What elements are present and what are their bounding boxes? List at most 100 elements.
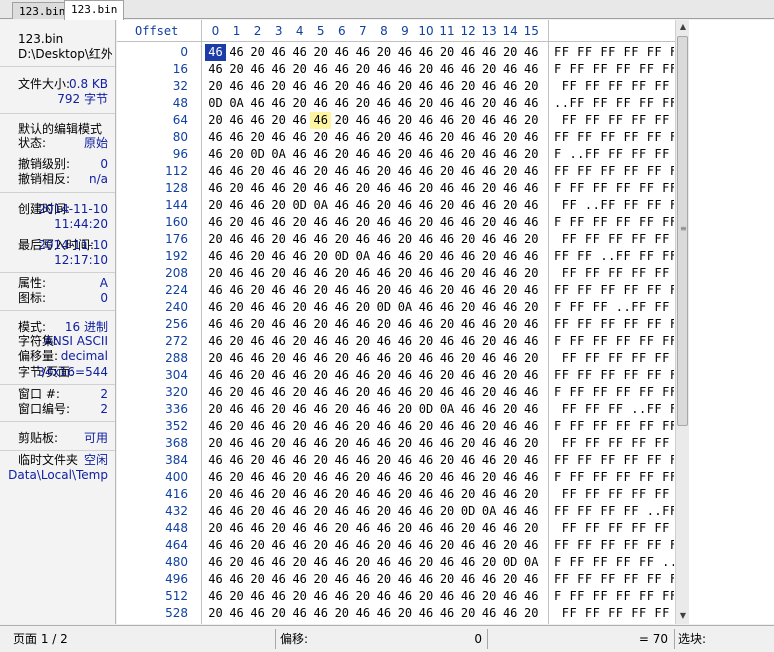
hex-byte[interactable]: 46 (268, 61, 289, 78)
hex-byte[interactable]: 46 (416, 571, 437, 588)
hex-byte[interactable]: 20 (373, 316, 394, 333)
hex-byte[interactable]: 46 (268, 588, 289, 605)
hex-byte[interactable]: 20 (268, 78, 289, 95)
hex-byte[interactable]: 0A (268, 146, 289, 163)
hex-byte[interactable]: 20 (310, 163, 331, 180)
hex-byte[interactable]: 46 (268, 333, 289, 350)
hex-byte[interactable]: 46 (373, 146, 394, 163)
hex-byte[interactable]: 20 (479, 61, 500, 78)
hex-byte[interactable]: 46 (479, 112, 500, 129)
hex-byte[interactable]: 46 (289, 316, 310, 333)
hex-byte[interactable]: 46 (416, 520, 437, 537)
hex-byte[interactable]: 46 (289, 503, 310, 520)
hex-byte[interactable]: 46 (521, 469, 542, 486)
hex-byte[interactable]: 46 (521, 452, 542, 469)
hex-byte[interactable]: 46 (394, 163, 415, 180)
hex-byte[interactable]: 46 (289, 537, 310, 554)
hex-byte[interactable]: 46 (521, 316, 542, 333)
hex-byte[interactable]: 46 (226, 163, 247, 180)
hex-byte[interactable]: 46 (247, 95, 268, 112)
ascii-text[interactable]: F FF FF FF FF FF (554, 333, 674, 350)
hex-byte[interactable]: 20 (310, 367, 331, 384)
hex-byte[interactable]: 46 (226, 112, 247, 129)
hex-byte[interactable]: 46 (352, 401, 373, 418)
hex-byte[interactable]: 46 (458, 95, 479, 112)
hex-byte[interactable]: 20 (458, 78, 479, 95)
hex-byte[interactable]: 20 (394, 112, 415, 129)
hex-byte[interactable]: 46 (226, 282, 247, 299)
hex-byte[interactable]: 46 (352, 537, 373, 554)
hex-byte[interactable]: 46 (458, 571, 479, 588)
hex-byte[interactable]: 20 (521, 146, 542, 163)
hex-byte[interactable]: 20 (500, 452, 521, 469)
hex-byte[interactable]: 46 (500, 214, 521, 231)
hex-byte[interactable]: 46 (394, 95, 415, 112)
hex-byte[interactable]: 46 (352, 435, 373, 452)
hex-byte[interactable]: 46 (205, 61, 226, 78)
hex-byte[interactable]: 46 (289, 129, 310, 146)
hex-byte[interactable]: 46 (205, 418, 226, 435)
hex-byte[interactable]: 46 (416, 112, 437, 129)
hex-byte[interactable]: 46 (394, 248, 415, 265)
ascii-text[interactable]: FF FF FF FF FF (554, 435, 674, 452)
hex-byte[interactable]: 46 (205, 180, 226, 197)
hex-byte[interactable]: 20 (268, 435, 289, 452)
hex-byte[interactable]: 46 (500, 588, 521, 605)
hex-byte[interactable]: 46 (500, 520, 521, 537)
hex-byte[interactable]: 20 (437, 44, 458, 61)
hex-byte[interactable]: 20 (500, 316, 521, 333)
hex-byte[interactable]: 20 (373, 129, 394, 146)
hex-byte[interactable]: 46 (500, 503, 521, 520)
hex-byte[interactable]: 46 (458, 367, 479, 384)
hex-byte[interactable]: 20 (331, 146, 352, 163)
hex-byte[interactable]: 46 (247, 78, 268, 95)
hex-byte[interactable]: 20 (373, 282, 394, 299)
hex-byte[interactable]: 20 (268, 520, 289, 537)
hex-byte[interactable]: 0D (416, 401, 437, 418)
hex-byte[interactable]: 46 (352, 282, 373, 299)
hex-byte[interactable]: 46 (500, 248, 521, 265)
hex-byte[interactable]: 46 (416, 197, 437, 214)
hex-row[interactable]: 208 20 46 46 20 46 46 20 46 46 20 46 46 20 46 46 20 FF F… (117, 265, 675, 282)
hex-byte[interactable]: 46 (226, 503, 247, 520)
hex-byte[interactable]: 20 (289, 299, 310, 316)
hex-byte[interactable]: 46 (205, 333, 226, 350)
hex-byte[interactable]: 20 (521, 486, 542, 503)
hex-byte[interactable]: 20 (437, 282, 458, 299)
hex-byte[interactable]: 46 (437, 180, 458, 197)
hex-byte[interactable]: 20 (268, 605, 289, 622)
hex-byte[interactable]: 46 (479, 452, 500, 469)
hex-byte[interactable]: 46 (458, 554, 479, 571)
hex-row[interactable]: 192 46 46 20 46 46 20 0D 0A 46 46 20 46 46 20 46 46 FF FF… (117, 248, 675, 265)
hex-byte[interactable]: 46 (205, 554, 226, 571)
hex-row[interactable]: 288 20 46 46 20 46 46 20 46 46 20 46 46 20 46 46 20 FF F… (117, 350, 675, 367)
hex-byte[interactable]: 20 (226, 146, 247, 163)
hex-byte[interactable]: 46 (416, 435, 437, 452)
hex-byte[interactable]: 46 (331, 44, 352, 61)
hex-byte[interactable]: 46 (352, 129, 373, 146)
hex-byte[interactable]: 46 (458, 44, 479, 61)
hex-byte[interactable]: 46 (205, 503, 226, 520)
hex-byte[interactable]: 46 (394, 333, 415, 350)
hex-byte[interactable]: 46 (310, 265, 331, 282)
hex-byte[interactable]: 46 (416, 146, 437, 163)
hex-byte[interactable]: 0A (226, 95, 247, 112)
hex-byte[interactable]: 46 (247, 469, 268, 486)
scroll-up-icon[interactable]: ▲ (676, 20, 690, 34)
hex-byte[interactable]: 46 (373, 61, 394, 78)
hex-byte[interactable]: 20 (437, 316, 458, 333)
hex-row[interactable]: 448 20 46 46 20 46 46 20 46 46 20 46 46 20 46 46 20 FF F… (117, 520, 675, 537)
hex-byte[interactable]: 46 (373, 350, 394, 367)
hex-byte[interactable]: 20 (373, 197, 394, 214)
hex-byte[interactable]: 46 (416, 486, 437, 503)
hex-byte[interactable]: 46 (394, 554, 415, 571)
ascii-text[interactable]: F FF FF ..FF FF (554, 299, 674, 316)
hex-byte[interactable]: 20 (310, 316, 331, 333)
hex-byte[interactable]: 20 (479, 418, 500, 435)
hex-byte[interactable]: 46 (373, 112, 394, 129)
hex-byte[interactable]: 46 (479, 520, 500, 537)
ascii-text[interactable]: F FF FF FF FF FF (554, 588, 674, 605)
hex-byte[interactable]: 46 (268, 163, 289, 180)
hex-byte[interactable]: 46 (247, 486, 268, 503)
hex-byte[interactable]: 46 (373, 554, 394, 571)
